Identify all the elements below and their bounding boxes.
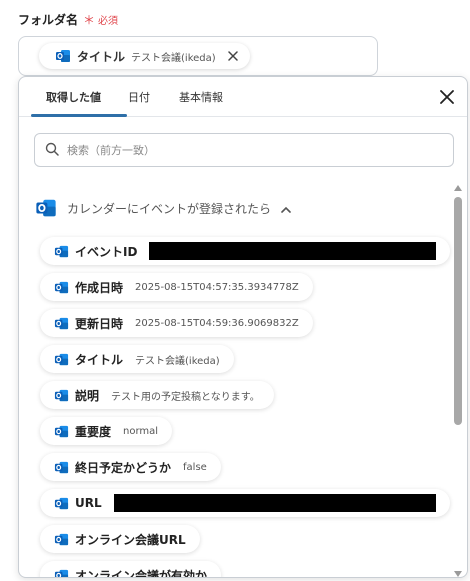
folder-name-label: フォルダ名 ＊必須 <box>18 11 118 28</box>
item-label: 作成日時 <box>75 280 124 295</box>
redacted-value <box>149 242 436 260</box>
item-label: 終日予定かどうか <box>75 460 172 475</box>
outlook-icon <box>54 388 69 403</box>
item-label: イベントID <box>75 244 138 259</box>
item-value: テスト用の予定投稿となります。 <box>111 391 260 403</box>
item-label: 説明 <box>75 388 100 403</box>
outlook-icon <box>54 316 69 331</box>
item-value: 2025-08-15T04:59:36.9069832Z <box>135 317 299 329</box>
outlook-icon <box>54 280 69 295</box>
outlook-icon <box>54 496 69 511</box>
item-value: false <box>183 461 207 473</box>
outlook-icon <box>54 460 69 475</box>
outlook-icon <box>54 532 69 547</box>
list-item-description[interactable]: 説明 テスト用の予定投稿となります。 <box>40 381 274 409</box>
outlook-icon <box>55 48 71 64</box>
item-value: 2025-08-15T04:57:35.3934778Z <box>135 281 299 293</box>
list-item-importance[interactable]: 重要度 normal <box>40 417 173 445</box>
list-item-event-id[interactable]: イベントID <box>40 237 450 265</box>
item-value: normal <box>123 425 159 437</box>
outlook-icon <box>54 244 69 259</box>
scrollbar[interactable] <box>453 185 463 577</box>
item-label: タイトル <box>75 352 124 367</box>
list-item-all-day[interactable]: 終日予定かどうか false <box>40 453 221 481</box>
outlook-icon <box>54 568 69 579</box>
outlook-icon <box>54 352 69 367</box>
item-label: オンライン会議が有効か <box>75 568 208 578</box>
list-item-title[interactable]: タイトル テスト会議(ikeda) <box>40 345 234 373</box>
list-item-online-meeting-enabled[interactable]: オンライン会議が有効か <box>40 561 222 579</box>
list-item-updated-at[interactable]: 更新日時 2025-08-15T04:59:36.9069832Z <box>40 309 313 337</box>
list-item-online-meeting-url[interactable]: オンライン会議URL <box>40 525 200 553</box>
token-name: タイトル <box>77 49 126 64</box>
folder-name-field[interactable]: タイトル テスト会議(ikeda) <box>18 36 378 76</box>
token-close-icon[interactable] <box>226 49 240 63</box>
item-label: 更新日時 <box>75 316 124 331</box>
field-label-text: フォルダ名 <box>18 13 79 27</box>
scrollbar-thumb[interactable] <box>454 197 462 425</box>
list-item-url[interactable]: URL <box>40 489 450 517</box>
item-value: テスト会議(ikeda) <box>135 355 220 367</box>
item-label: オンライン会議URL <box>75 532 186 547</box>
value-list: イベントID 作成日時 2025-08-15T04:57:35.3934778Z… <box>19 77 467 577</box>
scroll-up-icon[interactable] <box>454 185 462 191</box>
value-token[interactable]: タイトル テスト会議(ikeda) <box>39 43 250 69</box>
required-star: ＊ <box>83 13 96 27</box>
redacted-value <box>113 494 436 512</box>
required-label: 必須 <box>98 16 119 27</box>
item-label: URL <box>75 496 102 510</box>
list-item-created-at[interactable]: 作成日時 2025-08-15T04:57:35.3934778Z <box>40 273 313 301</box>
item-label: 重要度 <box>75 424 112 439</box>
scroll-down-icon[interactable] <box>454 571 462 577</box>
value-picker-panel: 取得した値 日付 基本情報 カレンダーにイベントが登録されたら イベントID 作… <box>18 76 468 578</box>
token-value: テスト会議(ikeda) <box>131 52 216 64</box>
outlook-icon <box>54 424 69 439</box>
